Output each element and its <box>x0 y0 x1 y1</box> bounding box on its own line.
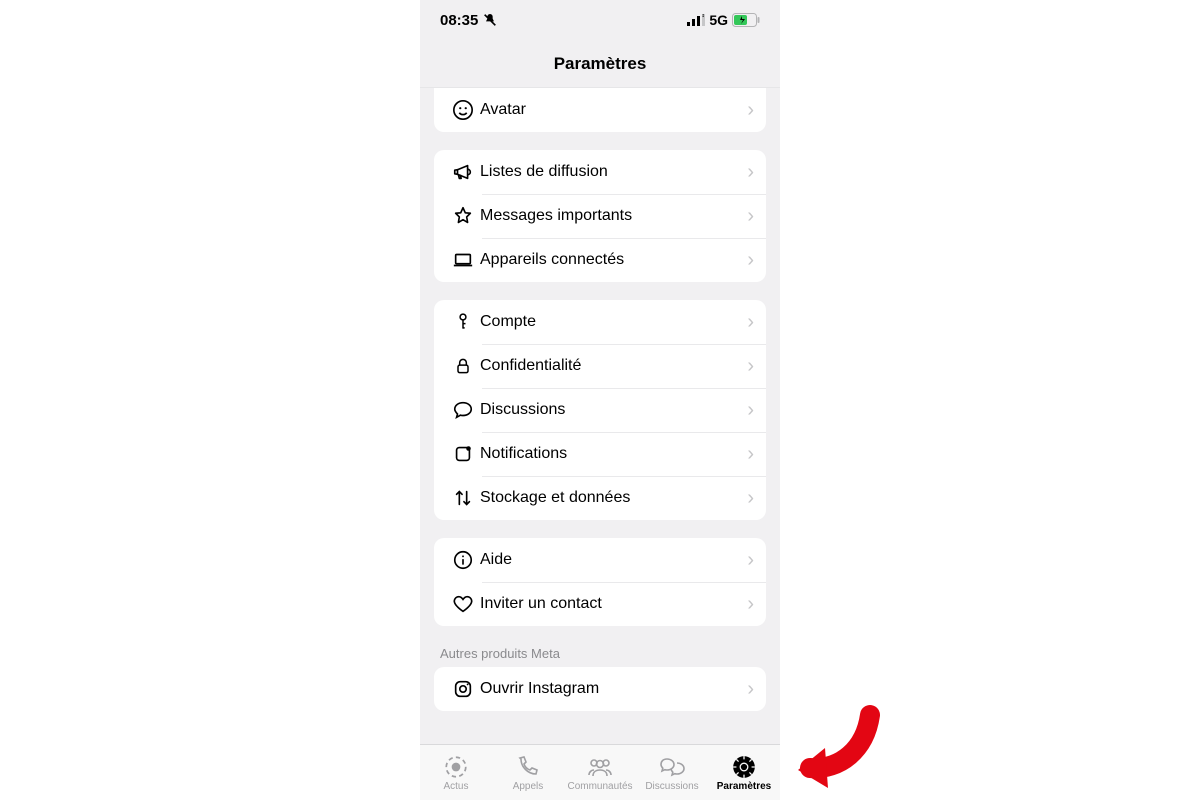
row-label: Aide <box>480 551 747 569</box>
group-account-settings: Compte › Confidentialité › <box>434 300 766 520</box>
avatar-icon <box>446 99 480 121</box>
tab-label: Communautés <box>567 781 632 792</box>
row-label: Stockage et données <box>480 489 747 507</box>
chevron-right-icon: › <box>747 161 754 184</box>
signal-icon: ! <box>687 14 705 26</box>
chevron-right-icon: › <box>747 443 754 466</box>
silent-icon <box>482 12 498 28</box>
chevron-right-icon: › <box>747 311 754 334</box>
row-linked-devices[interactable]: Appareils connectés › <box>434 238 766 282</box>
battery-icon <box>732 13 760 27</box>
tab-calls[interactable]: Appels <box>492 755 564 792</box>
chevron-right-icon: › <box>747 487 754 510</box>
row-label: Discussions <box>480 401 747 419</box>
row-label: Ouvrir Instagram <box>480 680 747 698</box>
row-label: Notifications <box>480 445 747 463</box>
tab-label: Paramètres <box>717 781 771 792</box>
tab-label: Appels <box>513 781 544 792</box>
chat-bubble-icon <box>446 399 480 421</box>
chevron-right-icon: › <box>747 99 754 122</box>
row-avatar[interactable]: Avatar › <box>434 88 766 132</box>
row-storage[interactable]: Stockage et données › <box>434 476 766 520</box>
status-bar: 08:35 ! 5G <box>420 0 780 40</box>
arrows-up-down-icon <box>446 487 480 509</box>
annotation-arrow <box>790 700 880 790</box>
key-icon <box>446 311 480 333</box>
tab-label: Actus <box>443 781 468 792</box>
tab-label: Discussions <box>645 781 698 792</box>
chevron-right-icon: › <box>747 205 754 228</box>
row-help[interactable]: Aide › <box>434 538 766 582</box>
lock-icon <box>446 355 480 377</box>
clock: 08:35 <box>440 12 478 29</box>
tab-chats[interactable]: Discussions <box>636 755 708 792</box>
row-account[interactable]: Compte › <box>434 300 766 344</box>
row-invite-contact[interactable]: Inviter un contact › <box>434 582 766 626</box>
row-open-instagram[interactable]: Ouvrir Instagram › <box>434 667 766 711</box>
instagram-icon <box>446 678 480 700</box>
svg-text:!: ! <box>702 14 704 19</box>
gear-icon <box>731 755 757 779</box>
chevron-right-icon: › <box>747 678 754 701</box>
row-label: Compte <box>480 313 747 331</box>
row-label: Inviter un contact <box>480 595 747 613</box>
group-meta: Ouvrir Instagram › <box>434 667 766 711</box>
star-icon <box>446 205 480 227</box>
group-profile: Avatar › <box>434 88 766 132</box>
chevron-right-icon: › <box>747 549 754 572</box>
chevron-right-icon: › <box>747 355 754 378</box>
section-header-meta: Autres produits Meta <box>440 646 760 661</box>
group-lists: Listes de diffusion › Messages important… <box>434 150 766 282</box>
tab-communities[interactable]: Communautés <box>564 755 636 792</box>
phone-icon <box>516 755 540 779</box>
network-label: 5G <box>709 12 728 28</box>
row-starred-messages[interactable]: Messages importants › <box>434 194 766 238</box>
chats-icon <box>659 755 685 779</box>
tab-bar: Actus Appels Communautés <box>420 744 780 800</box>
communities-icon <box>586 755 614 779</box>
chevron-right-icon: › <box>747 399 754 422</box>
updates-icon <box>443 755 469 779</box>
row-broadcast-lists[interactable]: Listes de diffusion › <box>434 150 766 194</box>
row-label: Messages importants <box>480 207 747 225</box>
heart-icon <box>446 593 480 615</box>
tab-updates[interactable]: Actus <box>420 755 492 792</box>
megaphone-icon <box>446 161 480 183</box>
info-icon <box>446 549 480 571</box>
row-label: Appareils connectés <box>480 251 747 269</box>
group-help: Aide › Inviter un contact › <box>434 538 766 626</box>
row-label: Avatar <box>480 101 747 119</box>
row-chats[interactable]: Discussions › <box>434 388 766 432</box>
screen-header: Paramètres <box>420 40 780 88</box>
row-privacy[interactable]: Confidentialité › <box>434 344 766 388</box>
row-label: Confidentialité <box>480 357 747 375</box>
chevron-right-icon: › <box>747 249 754 272</box>
laptop-icon <box>446 249 480 271</box>
page-title: Paramètres <box>554 54 647 74</box>
row-notifications[interactable]: Notifications › <box>434 432 766 476</box>
settings-list: Avatar › Listes de diffusion › <box>420 88 780 744</box>
phone-frame: 08:35 ! 5G <box>420 0 780 800</box>
tab-settings[interactable]: Paramètres <box>708 755 780 792</box>
row-label: Listes de diffusion <box>480 163 747 181</box>
chevron-right-icon: › <box>747 593 754 616</box>
notification-icon <box>446 443 480 465</box>
